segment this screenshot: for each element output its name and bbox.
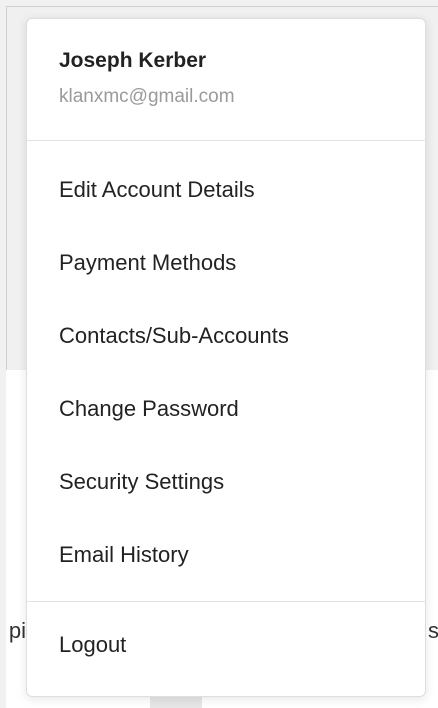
menu-items: Edit Account Details Payment Methods Con… — [27, 141, 425, 591]
user-info: Joseph Kerber klanxmc@gmail.com — [27, 19, 425, 141]
user-name: Joseph Kerber — [59, 49, 207, 72]
user-email: klanxmc@gmail.com — [59, 86, 235, 107]
account-dropdown-menu: Joseph Kerber klanxmc@gmail.com Edit Acc… — [26, 18, 426, 697]
menu-item-security-settings[interactable]: Security Settings — [27, 445, 425, 518]
background-text-fragment-left: pi — [8, 618, 26, 643]
menu-item-change-password[interactable]: Change Password — [27, 372, 425, 445]
background-text-fragment-right: s — [428, 618, 438, 643]
menu-item-edit-account-details[interactable]: Edit Account Details — [27, 153, 425, 226]
menu-item-payment-methods[interactable]: Payment Methods — [27, 226, 425, 299]
logout-button[interactable]: Logout — [27, 608, 425, 681]
menu-item-email-history[interactable]: Email History — [27, 518, 425, 591]
logout-section: Logout — [27, 602, 425, 681]
menu-item-contacts-sub-accounts[interactable]: Contacts/Sub-Accounts — [27, 299, 425, 372]
